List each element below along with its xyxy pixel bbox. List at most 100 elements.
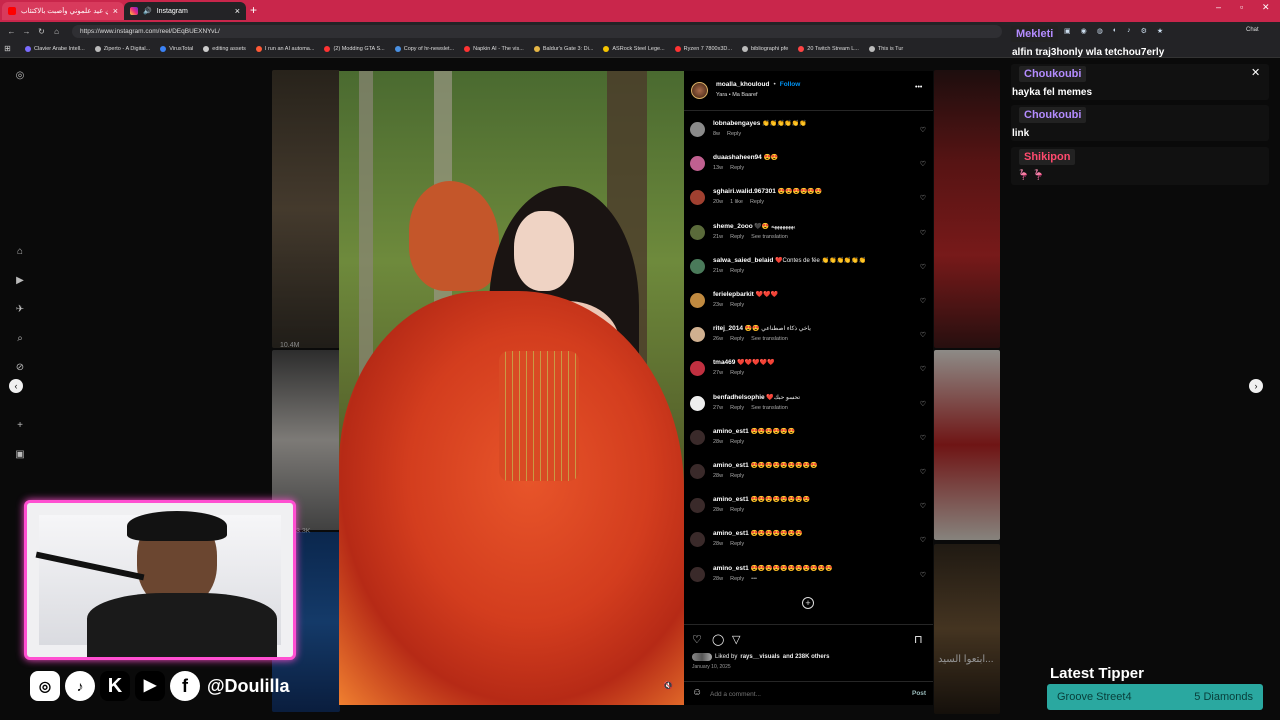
commenter-avatar[interactable] — [690, 498, 705, 514]
commenter-avatar[interactable] — [690, 327, 705, 343]
comment-like-icon[interactable]: ♡ — [920, 571, 926, 579]
see-translation-button[interactable]: See translation — [751, 403, 788, 413]
save-icon[interactable]: ⊓ — [914, 633, 923, 646]
commenter-avatar[interactable] — [690, 122, 705, 137]
commenter-avatar[interactable] — [690, 532, 705, 548]
maximize-icon[interactable]: ▫ — [1240, 2, 1243, 12]
see-translation-button[interactable]: See translation — [751, 232, 788, 242]
author-username[interactable]: moalla_khouloud — [716, 81, 769, 88]
comment-like-icon[interactable]: ♡ — [920, 126, 926, 134]
reply-button[interactable]: Reply — [730, 163, 744, 173]
commenter-username[interactable]: duaashaheen94 — [713, 154, 762, 161]
bookmark-item[interactable]: editing assets — [203, 45, 246, 52]
commenter-username[interactable]: ritej_2014 — [713, 325, 743, 332]
commenter-avatar[interactable] — [690, 361, 705, 377]
close-tab-icon[interactable]: × — [113, 6, 118, 16]
audio-track[interactable]: Yara • Ma Baaref — [716, 92, 758, 98]
commenter-avatar[interactable] — [690, 156, 705, 172]
bookmark-item[interactable]: Clavier Arabe Intell... — [25, 45, 85, 52]
reply-button[interactable]: Reply — [730, 471, 744, 481]
comment-like-icon[interactable]: ♡ — [920, 297, 926, 305]
comment-like-icon[interactable]: ♡ — [920, 365, 926, 373]
comment-like-icon[interactable]: ♡ — [920, 229, 926, 237]
reply-button[interactable]: Reply — [730, 334, 744, 344]
commenter-avatar[interactable] — [690, 566, 705, 582]
forward-icon[interactable]: → — [19, 27, 34, 36]
comment-icon[interactable]: ◯ — [712, 633, 724, 646]
bookmark-item[interactable]: Copy of hr-newslet... — [394, 45, 454, 52]
commenter-username[interactable]: ferielepbarkit — [713, 291, 754, 298]
commenter-username[interactable]: tma469 — [713, 359, 735, 366]
comment-like-icon[interactable]: ♡ — [920, 502, 926, 510]
load-more-comments-icon[interactable]: + — [802, 597, 814, 609]
bookmark-item[interactable]: Baldur's Gate 3: Di... — [533, 45, 593, 52]
reel-image[interactable]: 🔇 — [339, 71, 684, 705]
search-nav-icon[interactable]: ⌕ — [14, 333, 26, 344]
reply-button[interactable]: Reply — [727, 129, 741, 139]
commenter-avatar[interactable] — [690, 190, 705, 206]
bookmark-item[interactable]: ASRock Steel Lege... — [603, 45, 665, 52]
comment-like-icon[interactable]: ♡ — [920, 468, 926, 476]
commenter-username[interactable]: sghairi.walid.967301 — [713, 188, 776, 195]
comment-like-icon[interactable]: ♡ — [920, 536, 926, 544]
minimize-icon[interactable]: – — [1216, 2, 1221, 12]
bookmark-item[interactable]: I run an AI automa... — [255, 45, 314, 52]
reload-icon[interactable]: ↻ — [34, 27, 49, 36]
back-icon[interactable]: ← — [4, 27, 19, 36]
home-icon[interactable]: ⌂ — [49, 27, 64, 36]
commenter-username[interactable]: amino_est1 — [713, 428, 749, 435]
commenter-username[interactable]: amino_est1 — [713, 565, 749, 572]
bookmark-item[interactable]: This is Tur — [868, 45, 903, 52]
close-chat-icon[interactable]: ✕ — [1251, 66, 1260, 79]
tab-1[interactable]: ذي عيد علموني وأصبت بالاكتئاب × — [2, 2, 124, 20]
share-icon[interactable]: ▽ — [732, 633, 740, 646]
liked-user[interactable]: rays__visuals — [740, 654, 779, 660]
reply-button[interactable]: Reply — [730, 539, 744, 549]
commenter-username[interactable]: salwa_saied_belaid — [713, 257, 773, 264]
bookmark-item[interactable]: VirusTotal — [160, 45, 193, 52]
emoji-icon[interactable]: ☺ — [692, 687, 702, 698]
commenter-avatar[interactable] — [690, 429, 705, 445]
bookmark-item[interactable]: Napkin AI - The vis... — [464, 45, 524, 52]
commenter-avatar[interactable] — [690, 464, 705, 479]
follow-button[interactable]: Follow — [780, 81, 801, 88]
instagram-logo-icon[interactable]: ◎ — [14, 70, 26, 81]
reply-button[interactable]: Reply — [730, 505, 744, 515]
bookmark-item[interactable]: bibliographi pfe — [741, 45, 788, 52]
reply-button[interactable]: Reply — [730, 437, 744, 447]
bookmark-item[interactable]: Ryzen 7 7800x3D... — [674, 45, 732, 52]
new-tab-icon[interactable]: + — [250, 3, 257, 17]
commenter-username[interactable]: benfadhelsophie — [713, 394, 765, 401]
comment-likes[interactable]: 1 like — [730, 197, 743, 207]
post-button[interactable]: Post — [912, 690, 926, 697]
reply-button[interactable]: Reply — [750, 197, 764, 207]
close-tab-icon[interactable]: × — [235, 6, 240, 16]
reply-button[interactable]: Reply — [730, 368, 744, 378]
reply-button[interactable]: Reply — [730, 266, 744, 276]
close-window-icon[interactable]: ✕ — [1262, 2, 1270, 13]
commenter-username[interactable]: amino_est1 — [713, 530, 749, 537]
comment-like-icon[interactable]: ♡ — [920, 331, 926, 339]
next-reel-thumbnail[interactable] — [934, 70, 1000, 348]
commenter-username[interactable]: amino_est1 — [713, 496, 749, 503]
commenter-username[interactable]: amino_est1 — [713, 462, 749, 469]
next-reel-thumbnail-2[interactable] — [934, 350, 1000, 540]
comment-like-icon[interactable]: ♡ — [920, 194, 926, 202]
like-icon[interactable]: ♡ — [692, 633, 702, 646]
commenter-username[interactable]: sheme_2ooo — [713, 223, 753, 230]
next-reel-thumbnail-3[interactable]: ابتعوا السيد... — [934, 544, 1000, 714]
bookmark-item[interactable]: (2) Modding GTA S... — [324, 45, 385, 52]
bookmark-item[interactable]: 20 Twitch Stream L... — [798, 45, 859, 52]
next-arrow-icon[interactable]: › — [1249, 379, 1263, 393]
add-comment-input[interactable] — [710, 687, 890, 701]
comment-like-icon[interactable]: ♡ — [920, 263, 926, 271]
liked-others[interactable]: and 238K others — [783, 654, 830, 660]
bookmark-item[interactable]: Ziperto - A Digital... — [94, 45, 150, 52]
author-avatar[interactable] — [691, 82, 708, 99]
reply-button[interactable]: Reply — [730, 403, 744, 413]
create-nav-icon[interactable]: + — [14, 420, 26, 431]
dashboard-nav-icon[interactable]: ▣ — [14, 449, 26, 460]
comment-like-icon[interactable]: ♡ — [920, 400, 926, 408]
commenter-avatar[interactable] — [690, 395, 705, 411]
more-options-icon[interactable]: ••• — [915, 84, 922, 91]
